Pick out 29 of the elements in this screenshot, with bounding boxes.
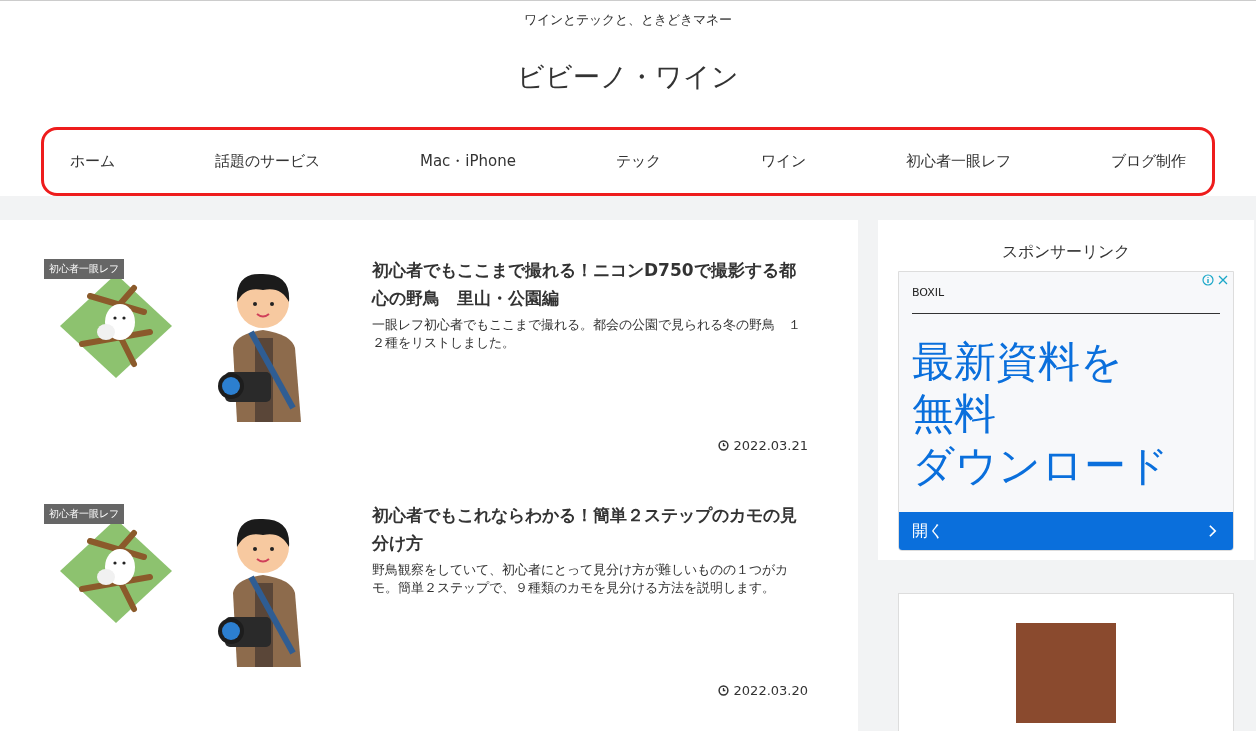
article-excerpt: 野鳥観察をしていて、初心者にとって見分け方が難しいものの１つがカモ。簡単２ステップで、９種類のカモを見分ける方法を説明します。 (372, 561, 789, 597)
nav-link[interactable]: 話題のサービス (215, 152, 320, 171)
post-date: 2022.03.20 (733, 683, 808, 698)
ad-headline: 最新資料を (912, 336, 1124, 388)
clock-icon (717, 440, 729, 451)
article-title[interactable]: 初心者でもこれならわかる！簡単２ステップのカモの見分け方 (372, 501, 812, 557)
clock-icon (717, 685, 729, 696)
ad-headline: ダウンロード (912, 440, 1170, 492)
nav-link[interactable]: Mac・iPhone (419, 152, 516, 171)
category-label[interactable]: 初心者一眼レフ (44, 504, 124, 524)
close-icon[interactable] (1217, 274, 1229, 286)
info-icon[interactable] (1202, 274, 1214, 286)
nav-link[interactable]: 初心者一眼レフ (905, 152, 1011, 171)
open-button[interactable]: 開く (899, 512, 1233, 550)
ad-banner[interactable]: BOXIL 最新資料を 無料 ダウンロード 開く (898, 271, 1234, 551)
nav-link[interactable]: ホーム (70, 152, 115, 171)
site-tagline: ワインとテックと、ときどきマネー (524, 11, 732, 29)
article-title[interactable]: 初心者でもここまで撮れる！ニコンD750で撮影する都心の野鳥 里山・公園編 (372, 256, 812, 312)
sponsor-heading: スポンサーリンク (1002, 242, 1130, 263)
chevron-right-icon (1208, 524, 1217, 538)
nav-link[interactable]: ワイン (760, 152, 806, 171)
site-title[interactable]: ビビーノ・ワイン (517, 59, 739, 95)
nav-link[interactable]: ブログ制作 (1110, 152, 1186, 171)
nav-link[interactable]: テック (615, 152, 661, 171)
post-date: 2022.03.21 (733, 438, 808, 453)
advertiser-name: BOXIL (912, 286, 945, 299)
article-excerpt: 一眼レフ初心者でもここまで撮れる。都会の公園で見られる冬の野鳥 １２種をリストしました。 (372, 316, 802, 352)
category-label[interactable]: 初心者一眼レフ (44, 259, 124, 279)
ad-headline: 無料 (912, 388, 997, 440)
